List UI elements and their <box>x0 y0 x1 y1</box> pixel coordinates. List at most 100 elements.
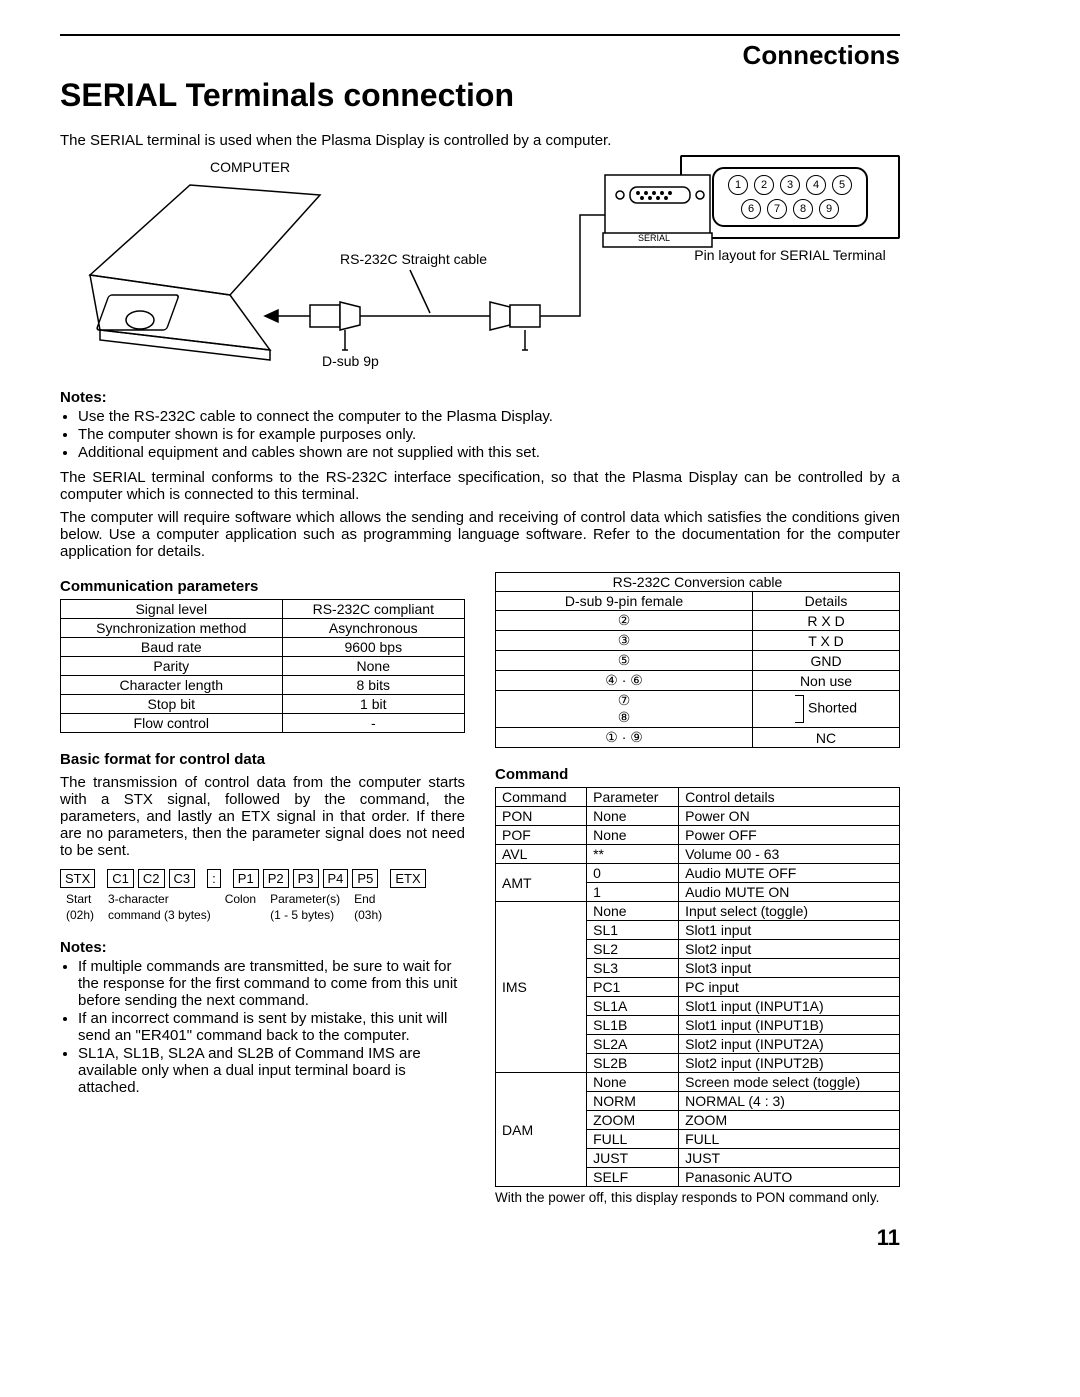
conv-detail: Non use <box>753 671 900 691</box>
cmd-param: 1 <box>587 883 679 902</box>
page-title: SERIAL Terminals connection <box>60 77 900 114</box>
cmd-param: SL1A <box>587 997 679 1016</box>
cmd-param: SL3 <box>587 959 679 978</box>
conversion-header: RS-232C Conversion cable <box>496 573 900 592</box>
format-colon: : <box>207 869 221 888</box>
note-item: Use the RS-232C cable to connect the com… <box>78 408 900 425</box>
command-footnote: With the power off, this display respond… <box>495 1190 900 1205</box>
note-item: If an incorrect command is sent by mista… <box>78 1010 465 1044</box>
cmd-name: AMT <box>496 864 587 902</box>
cmd-param: SL2B <box>587 1054 679 1073</box>
cmd-param: SL2A <box>587 1035 679 1054</box>
lead-text: The SERIAL terminal is used when the Pla… <box>60 132 900 149</box>
label-serial: SERIAL <box>638 233 670 243</box>
pin-5: 5 <box>832 175 852 195</box>
label-dsub: D-sub 9p <box>322 353 379 369</box>
param-key: Baud rate <box>61 638 283 657</box>
basic-format-heading: Basic format for control data <box>60 751 465 768</box>
comm-params-table: Signal levelRS-232C compliantSynchroniza… <box>60 599 465 733</box>
format-p5: P5 <box>352 869 378 888</box>
cmd-detail: NORMAL (4 : 3) <box>679 1092 900 1111</box>
command-col3: Control details <box>679 788 900 807</box>
cmd-detail: ZOOM <box>679 1111 900 1130</box>
cmd-detail: Slot3 input <box>679 959 900 978</box>
cmd-param: None <box>587 807 679 826</box>
cmd-param: JUST <box>587 1149 679 1168</box>
notes-heading-1: Notes: <box>60 389 900 406</box>
cmd-detail: Slot2 input <box>679 940 900 959</box>
pin-7: 7 <box>767 199 787 219</box>
cmd-detail: Audio MUTE OFF <box>679 864 900 883</box>
comm-params-heading: Communication parameters <box>60 578 465 595</box>
format-etx: ETX <box>390 869 425 888</box>
note-item: SL1A, SL1B, SL2A and SL2B of Command IMS… <box>78 1045 465 1096</box>
conv-detail: Shorted <box>753 691 900 728</box>
cmd-name: DAM <box>496 1073 587 1187</box>
cmd-param: NORM <box>587 1092 679 1111</box>
conv-detail: NC <box>753 728 900 748</box>
cmd-detail: Panasonic AUTO <box>679 1168 900 1187</box>
cmd-detail: Power ON <box>679 807 900 826</box>
param-key: Parity <box>61 657 283 676</box>
conv-detail: T X D <box>753 631 900 651</box>
page-number: 11 <box>60 1225 900 1251</box>
cmd-param: 0 <box>587 864 679 883</box>
cmd-detail: FULL <box>679 1130 900 1149</box>
command-col1: Command <box>496 788 587 807</box>
cmd-param: None <box>587 902 679 921</box>
param-value: 8 bits <box>282 676 464 695</box>
pin-9: 9 <box>819 199 839 219</box>
param-value: Asynchronous <box>282 619 464 638</box>
conversion-table: RS-232C Conversion cable D-sub 9-pin fem… <box>495 572 900 748</box>
param-key: Flow control <box>61 714 283 733</box>
paragraph-conform: The SERIAL terminal conforms to the RS-2… <box>60 469 900 503</box>
cmd-param: SL2 <box>587 940 679 959</box>
param-value: RS-232C compliant <box>282 600 464 619</box>
label-cable: RS-232C Straight cable <box>340 251 487 267</box>
section-header: Connections <box>60 40 900 71</box>
cmd-detail: Slot1 input (INPUT1B) <box>679 1016 900 1035</box>
notes-list-2: If multiple commands are transmitted, be… <box>60 958 465 1096</box>
label-computer: COMPUTER <box>210 159 290 175</box>
cmd-detail: Input select (toggle) <box>679 902 900 921</box>
param-key: Character length <box>61 676 283 695</box>
cmd-detail: Slot2 input (INPUT2A) <box>679 1035 900 1054</box>
cmd-name: POF <box>496 826 587 845</box>
cmd-param: PC1 <box>587 978 679 997</box>
conv-pin: ① · ⑨ <box>496 728 753 748</box>
notes-heading-2: Notes: <box>60 939 465 956</box>
param-key: Signal level <box>61 600 283 619</box>
conv-pin: ⑤ <box>496 651 753 671</box>
param-value: 1 bit <box>282 695 464 714</box>
note-item: Additional equipment and cables shown ar… <box>78 444 900 461</box>
notes-list-1: Use the RS-232C cable to connect the com… <box>60 408 900 461</box>
cmd-param: FULL <box>587 1130 679 1149</box>
conv-pin: ③ <box>496 631 753 651</box>
pin-8: 8 <box>793 199 813 219</box>
conv-pin: ② <box>496 611 753 631</box>
conv-detail: R X D <box>753 611 900 631</box>
basic-format-text: The transmission of control data from th… <box>60 774 465 859</box>
cmd-detail: JUST <box>679 1149 900 1168</box>
format-stx: STX <box>60 869 95 888</box>
format-diagram: STX C1 C2 C3 : P1 P2 P3 P4 P5 ETX <box>60 869 465 888</box>
pin-4: 4 <box>806 175 826 195</box>
cmd-param: ** <box>587 845 679 864</box>
conv-detail: GND <box>753 651 900 671</box>
conversion-col1: D-sub 9-pin female <box>496 592 753 611</box>
cmd-detail: Audio MUTE ON <box>679 883 900 902</box>
conversion-col2: Details <box>753 592 900 611</box>
format-p1: P1 <box>233 869 259 888</box>
command-table: Command Parameter Control details PONNon… <box>495 787 900 1187</box>
cmd-detail: Power OFF <box>679 826 900 845</box>
command-col2: Parameter <box>587 788 679 807</box>
format-c1: C1 <box>107 869 134 888</box>
cmd-param: None <box>587 826 679 845</box>
param-value: - <box>282 714 464 733</box>
param-key: Stop bit <box>61 695 283 714</box>
format-p2: P2 <box>263 869 289 888</box>
param-key: Synchronization method <box>61 619 283 638</box>
cmd-name: PON <box>496 807 587 826</box>
cmd-detail: Slot1 input <box>679 921 900 940</box>
command-heading: Command <box>495 766 900 783</box>
